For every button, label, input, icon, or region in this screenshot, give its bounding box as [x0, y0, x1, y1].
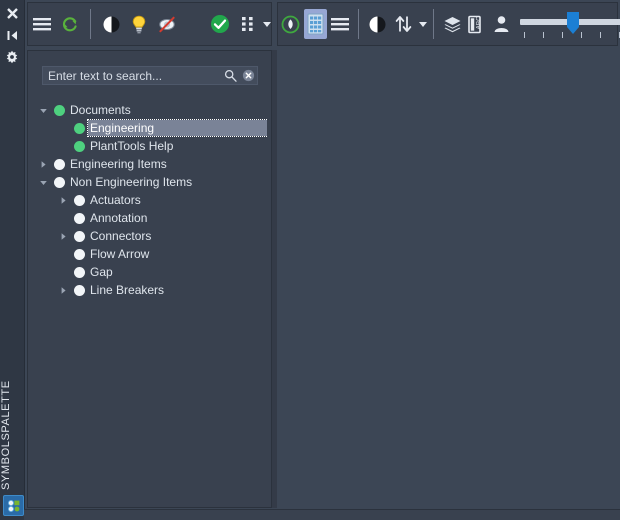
- contrast-icon[interactable]: [366, 9, 389, 39]
- node-bullet-icon: [50, 173, 68, 191]
- hide-preview-icon[interactable]: [154, 9, 180, 39]
- gear-icon[interactable]: [0, 46, 24, 68]
- toolbar-separator: [358, 9, 360, 39]
- view-mode-dropdown[interactable]: [234, 9, 271, 39]
- tree-item[interactable]: Flow Arrow: [36, 245, 267, 263]
- chevron-right-icon[interactable]: [36, 155, 50, 173]
- node-bullet-icon: [70, 281, 88, 299]
- symbol-palette-window: SYMBOLSPALETTE ABC Enter text to search.…: [0, 0, 620, 520]
- search-icon[interactable]: [221, 67, 239, 84]
- tree-item[interactable]: Connectors: [36, 227, 267, 245]
- node-bullet-icon: [70, 209, 88, 227]
- tree-item-label: Documents: [70, 103, 131, 117]
- vertical-sidebar: SYMBOLSPALETTE: [0, 0, 25, 520]
- lightbulb-icon[interactable]: [126, 9, 152, 39]
- tree-item[interactable]: Actuators: [36, 191, 267, 209]
- tree-item-label: Engineering Items: [70, 157, 167, 171]
- symbol-preview-canvas[interactable]: [277, 50, 618, 508]
- chevron-right-icon[interactable]: [56, 281, 70, 299]
- node-bullet-icon: [70, 245, 88, 263]
- tree-item-label: Gap: [90, 265, 113, 279]
- chevron-down-icon[interactable]: [418, 21, 427, 27]
- node-bullet-icon: [70, 227, 88, 245]
- search-box[interactable]: [42, 66, 258, 85]
- grid-dots-icon[interactable]: [235, 9, 261, 39]
- panel-title: SYMBOLSPALETTE: [0, 380, 12, 490]
- symbol-tree-panel: Documents Engineering PlantTools Help Engin…: [27, 50, 272, 508]
- toolbar-separator: [432, 9, 434, 39]
- toolbar-left: [27, 2, 272, 46]
- abc-label-icon[interactable]: ABC: [466, 9, 489, 39]
- node-bullet-icon: [70, 191, 88, 209]
- tree-item-label: Engineering: [86, 119, 267, 137]
- tree-item[interactable]: Documents: [36, 101, 267, 119]
- clear-icon[interactable]: [239, 67, 257, 84]
- check-circle-icon[interactable]: [207, 9, 233, 39]
- tree-item-label: Actuators: [90, 193, 141, 207]
- close-icon[interactable]: [0, 2, 24, 24]
- user-icon[interactable]: [490, 9, 513, 39]
- chevron-down-icon[interactable]: [36, 101, 50, 119]
- refresh-icon[interactable]: [57, 9, 83, 39]
- symbol-tree[interactable]: Documents Engineering PlantTools Help Engin…: [36, 101, 267, 503]
- tree-item-label: PlantTools Help: [90, 139, 174, 153]
- search-input[interactable]: [43, 67, 221, 84]
- circle-leaf-icon[interactable]: [279, 9, 302, 39]
- node-bullet-icon: [50, 155, 68, 173]
- node-bullet-icon: [70, 119, 88, 137]
- zoom-slider-thumb[interactable]: [567, 12, 579, 34]
- node-bullet-icon: [70, 263, 88, 281]
- tree-item-label: Non Engineering Items: [70, 175, 193, 189]
- chevron-down-icon[interactable]: [36, 173, 50, 191]
- contrast-icon[interactable]: [98, 9, 124, 39]
- chevron-right-icon[interactable]: [56, 227, 70, 245]
- list-view-icon[interactable]: [329, 9, 352, 39]
- tree-item[interactable]: Line Breakers: [36, 281, 267, 299]
- zoom-slider[interactable]: [520, 7, 620, 41]
- menu-icon[interactable]: [29, 9, 55, 39]
- tree-item-label: Flow Arrow: [90, 247, 150, 261]
- layers-icon[interactable]: [441, 9, 464, 39]
- node-bullet-icon: [70, 137, 88, 155]
- pin-icon[interactable]: [0, 24, 24, 46]
- sort-dropdown[interactable]: [390, 9, 427, 39]
- sort-icon[interactable]: [391, 9, 417, 39]
- node-bullet-icon: [50, 101, 68, 119]
- tree-item-label: Line Breakers: [90, 283, 165, 297]
- grid-view-icon[interactable]: [303, 9, 327, 39]
- zoom-slider-ticks: [520, 32, 620, 39]
- toolbar-right: ABC: [277, 2, 620, 46]
- tree-item[interactable]: Gap: [36, 263, 267, 281]
- tree-item[interactable]: PlantTools Help: [36, 137, 267, 155]
- tree-item[interactable]: Engineering: [36, 119, 267, 137]
- tree-item[interactable]: Engineering Items: [36, 155, 267, 173]
- chevron-down-icon[interactable]: [263, 21, 271, 27]
- bottom-strip: [24, 509, 620, 520]
- symbol-palette-icon[interactable]: [3, 495, 24, 516]
- tree-item[interactable]: Non Engineering Items: [36, 173, 267, 191]
- tree-item-label: Connectors: [90, 229, 152, 243]
- toolbar-separator: [90, 9, 91, 39]
- tree-item[interactable]: Annotation: [36, 209, 267, 227]
- tree-item-label: Annotation: [90, 211, 148, 225]
- svg-text:ABC: ABC: [476, 15, 483, 29]
- chevron-right-icon[interactable]: [56, 191, 70, 209]
